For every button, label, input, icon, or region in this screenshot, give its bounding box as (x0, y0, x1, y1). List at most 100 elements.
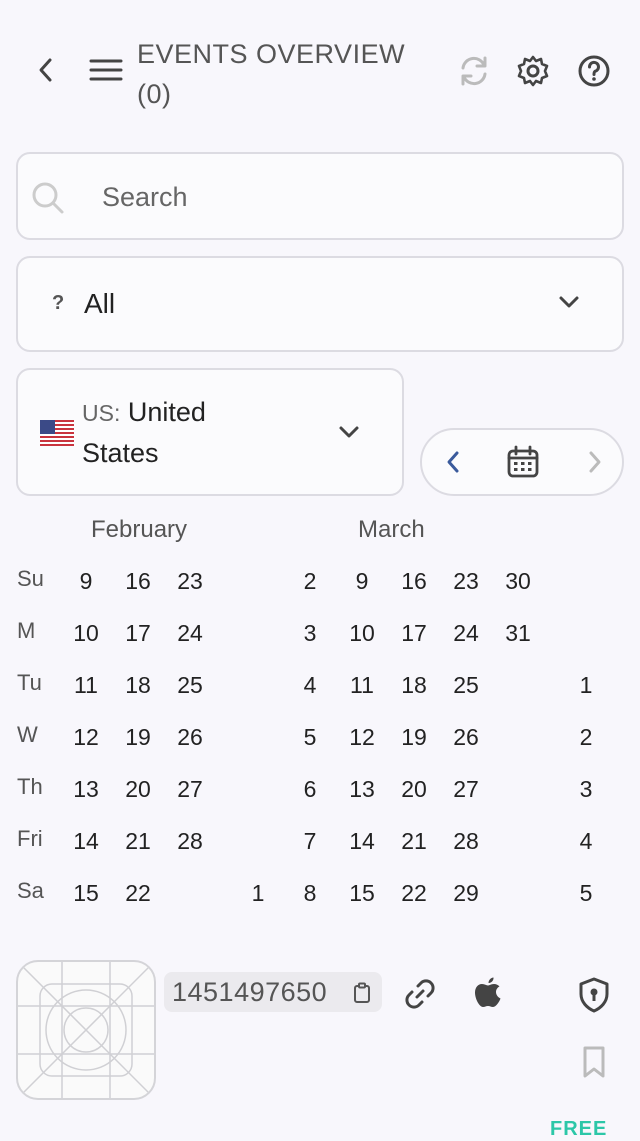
gear-icon (517, 55, 549, 87)
calendar-date[interactable]: 26 (446, 724, 486, 751)
calendar-date[interactable]: 4 (566, 828, 606, 855)
weekday-label: Su (17, 566, 44, 591)
calendar-date[interactable]: 18 (118, 672, 158, 699)
back-button[interactable] (28, 52, 64, 88)
refresh-button[interactable] (454, 51, 494, 91)
calendar-date[interactable]: 9 (66, 568, 106, 595)
calendar-date[interactable]: 27 (170, 776, 210, 803)
calendar-date[interactable]: 5 (290, 724, 330, 751)
search-box (16, 152, 624, 240)
calendar-date[interactable]: 11 (66, 672, 106, 699)
previous-period-button[interactable] (436, 444, 470, 480)
calendar-date[interactable]: 19 (394, 724, 434, 751)
calendar-date[interactable]: 27 (446, 776, 486, 803)
month-label-february: February (91, 516, 188, 543)
calendar-date[interactable]: 1 (238, 880, 278, 907)
calendar-date[interactable]: 11 (342, 672, 382, 699)
calendar-date[interactable]: 3 (566, 776, 606, 803)
chevron-down-icon (559, 296, 579, 308)
bookmark-icon (583, 1046, 605, 1078)
chevron-left-icon (447, 451, 459, 473)
calendar-date[interactable]: 13 (342, 776, 382, 803)
calendar-date[interactable]: 29 (446, 880, 486, 907)
calendar-date[interactable]: 31 (498, 620, 538, 647)
calendar-date[interactable]: 28 (170, 828, 210, 855)
calendar-date[interactable]: 22 (118, 880, 158, 907)
page-title: EVENTS OVERVIEW (0) (137, 34, 437, 114)
country-name-line1: United (127, 397, 206, 427)
calendar-date[interactable]: 18 (394, 672, 434, 699)
chevron-right-icon (589, 451, 601, 473)
chevron-down-icon (339, 426, 359, 438)
us-flag-icon (40, 420, 74, 446)
calendar-date[interactable]: 28 (446, 828, 486, 855)
calendar-date[interactable]: 30 (498, 568, 538, 595)
help-circle-icon (578, 55, 610, 87)
calendar-date[interactable]: 2 (566, 724, 606, 751)
app-icon-placeholder[interactable] (16, 960, 156, 1100)
calendar-date[interactable]: 15 (66, 880, 106, 907)
calendar-date[interactable]: 3 (290, 620, 330, 647)
menu-button[interactable] (86, 52, 126, 88)
search-input[interactable] (100, 174, 604, 220)
weekday-label: Fri (17, 826, 43, 851)
calendar-date[interactable]: 16 (394, 568, 434, 595)
calendar-date[interactable]: 15 (342, 880, 382, 907)
weekday-label: Tu (17, 670, 42, 695)
calendar-date[interactable]: 6 (290, 776, 330, 803)
help-button[interactable] (574, 51, 614, 91)
settings-button[interactable] (513, 51, 553, 91)
shield-lock-icon (579, 977, 609, 1013)
calendar-date[interactable]: 25 (170, 672, 210, 699)
app-id-chip[interactable]: 1451497650 (164, 972, 382, 1012)
calendar-date[interactable]: 19 (118, 724, 158, 751)
calendar-date[interactable]: 22 (394, 880, 434, 907)
app-placeholder-grid-icon (18, 962, 154, 1098)
privacy-button[interactable] (574, 974, 614, 1016)
app-id-text: 1451497650 (172, 977, 328, 1007)
title-line: EVENTS OVERVIEW (137, 39, 406, 69)
calendar-date[interactable]: 20 (394, 776, 434, 803)
calendar-date[interactable]: 12 (342, 724, 382, 751)
calendar-date[interactable]: 20 (118, 776, 158, 803)
calendar-date[interactable]: 10 (342, 620, 382, 647)
copy-icon[interactable] (352, 982, 372, 1004)
unknown-category-icon: ? (52, 292, 65, 314)
link-icon (405, 979, 435, 1009)
calendar-date[interactable]: 7 (290, 828, 330, 855)
calendar-date[interactable]: 16 (118, 568, 158, 595)
calendar-date[interactable]: 17 (118, 620, 158, 647)
calendar-date[interactable]: 4 (290, 672, 330, 699)
calendar-date[interactable]: 24 (170, 620, 210, 647)
weekday-label: W (17, 722, 38, 747)
calendar-date[interactable]: 14 (66, 828, 106, 855)
calendar-date[interactable]: 17 (394, 620, 434, 647)
calendar-date[interactable]: 26 (170, 724, 210, 751)
next-period-button[interactable] (578, 444, 612, 480)
calendar-button[interactable] (504, 443, 542, 481)
calendar-date[interactable]: 5 (566, 880, 606, 907)
title-count: (0) (137, 79, 172, 109)
calendar-date[interactable]: 23 (170, 568, 210, 595)
calendar-date[interactable]: 23 (446, 568, 486, 595)
calendar-date[interactable]: 21 (394, 828, 434, 855)
calendar-icon (507, 445, 539, 478)
calendar-date[interactable]: 2 (290, 568, 330, 595)
calendar-date[interactable]: 13 (66, 776, 106, 803)
calendar-date[interactable]: 14 (342, 828, 382, 855)
calendar-date[interactable]: 12 (66, 724, 106, 751)
category-filter-select[interactable]: ? All (16, 256, 624, 352)
hamburger-icon (89, 59, 123, 81)
country-select[interactable]: US: United States (16, 368, 404, 496)
open-link-button[interactable] (400, 974, 440, 1014)
bookmark-button[interactable] (576, 1042, 612, 1082)
calendar-date[interactable]: 24 (446, 620, 486, 647)
calendar-date[interactable]: 25 (446, 672, 486, 699)
app-store-button[interactable] (468, 972, 508, 1014)
weekday-label: M (17, 618, 36, 643)
calendar-date[interactable]: 9 (342, 568, 382, 595)
calendar-date[interactable]: 21 (118, 828, 158, 855)
calendar-date[interactable]: 8 (290, 880, 330, 907)
calendar-date[interactable]: 1 (566, 672, 606, 699)
calendar-date[interactable]: 10 (66, 620, 106, 647)
